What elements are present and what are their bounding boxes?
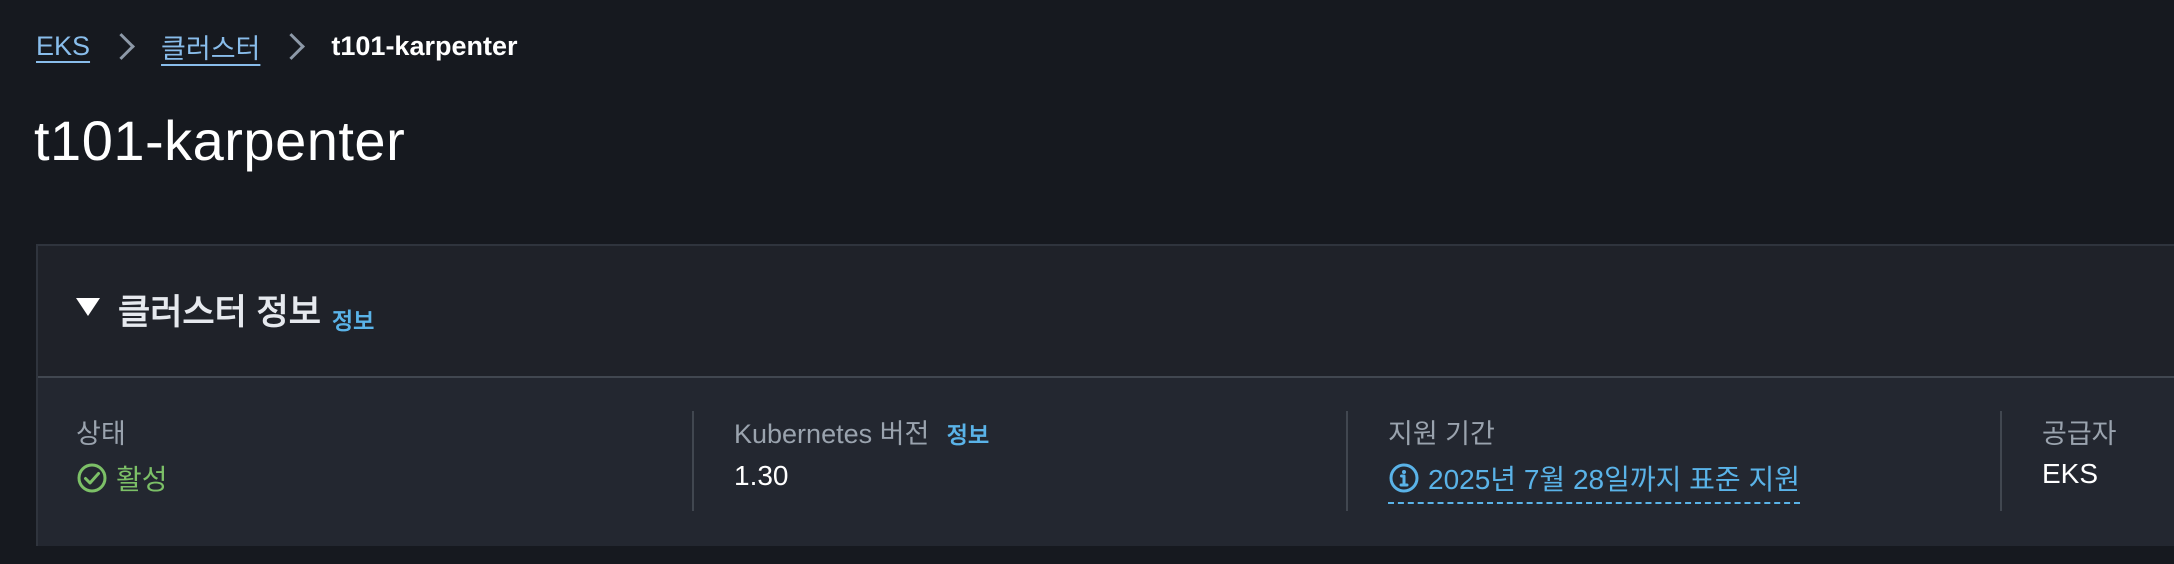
chevron-right-icon [108, 32, 135, 60]
status-text: 활성 [116, 464, 168, 495]
cluster-info-header: 클러스터 정보 정보 [38, 246, 2174, 378]
info-circle-icon [1389, 463, 1419, 493]
page: EKS 클러스터 t101-karpenter t101-karpenter 클… [0, 0, 2174, 564]
k8s-version-label-text: Kubernetes 버전 [734, 419, 930, 449]
breadcrumb: EKS 클러스터 t101-karpenter [36, 26, 518, 66]
k8s-version-value: 1.30 [734, 460, 789, 491]
k8s-version-label: Kubernetes 버전 정보 [734, 412, 989, 451]
provider-column: 공급자 EKS [2042, 376, 2174, 546]
cluster-details: 상태 활성 Kubernetes 버전 정보 1.30 지원 기간 2025년 … [38, 376, 2174, 546]
chevron-right-icon [278, 32, 306, 60]
status-column: 상태 활성 [76, 376, 676, 546]
provider-value: EKS [2042, 458, 2099, 489]
k8s-version-info-link[interactable]: 정보 [947, 422, 989, 448]
cluster-info-panel: 클러스터 정보 정보 상태 활성 Kubernetes 버전 정보 1.30 지… [36, 244, 2174, 546]
status-value: 활성 [76, 458, 168, 498]
status-label: 상태 [76, 419, 126, 449]
column-divider [1346, 411, 1348, 511]
support-period-text: 2025년 7월 28일까지 표준 지원 [1428, 464, 1800, 495]
caret-down-icon[interactable] [76, 298, 100, 316]
support-period-link[interactable]: 2025년 7월 28일까지 표준 지원 [1388, 458, 1800, 504]
breadcrumb-clusters-link[interactable]: 클러스터 [161, 27, 260, 66]
k8s-version-column: Kubernetes 버전 정보 1.30 [734, 376, 1334, 546]
column-divider [2000, 411, 2002, 511]
breadcrumb-current: t101-karpenter [331, 30, 518, 61]
section-title[interactable]: 클러스터 정보 [118, 284, 321, 335]
support-period-label: 지원 기간 [1388, 419, 1495, 449]
breadcrumb-eks-link[interactable]: EKS [36, 31, 90, 62]
column-divider [692, 411, 694, 511]
provider-label: 공급자 [2042, 419, 2117, 449]
section-info-link[interactable]: 정보 [332, 302, 374, 336]
support-period-column: 지원 기간 2025년 7월 28일까지 표준 지원 [1388, 376, 1988, 546]
page-title: t101-karpenter [34, 109, 406, 172]
check-circle-icon [77, 463, 107, 493]
